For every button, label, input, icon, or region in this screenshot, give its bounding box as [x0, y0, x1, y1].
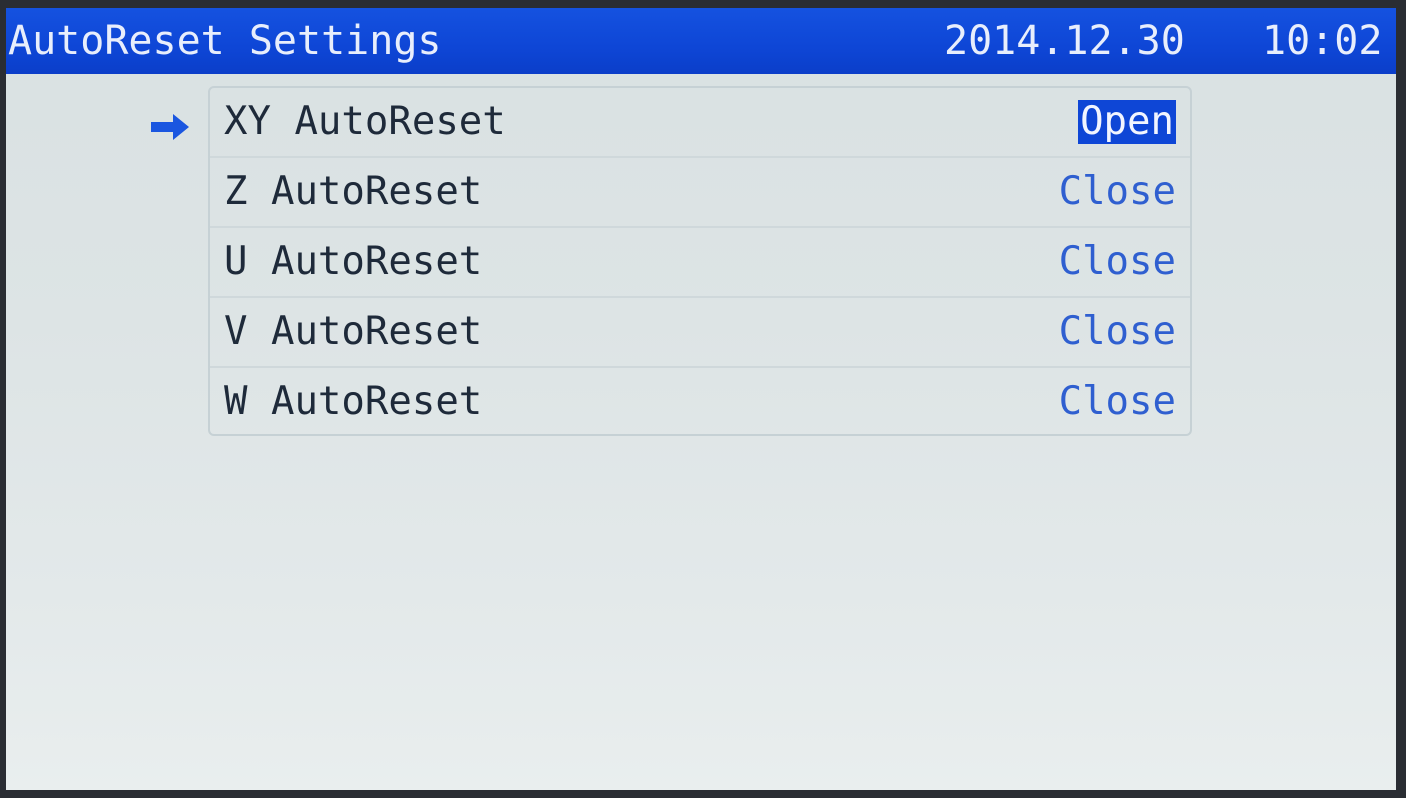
setting-label: XY AutoReset	[224, 99, 506, 144]
setting-value[interactable]: Open	[1078, 100, 1176, 144]
setting-row-xy[interactable]: XY AutoReset Open	[210, 88, 1190, 158]
setting-value[interactable]: Close	[1059, 240, 1176, 284]
setting-row-w[interactable]: W AutoReset Close	[210, 368, 1190, 438]
settings-list: XY AutoReset Open Z AutoReset Close U Au…	[208, 86, 1192, 436]
date-display: 2014.12.30	[944, 18, 1185, 64]
setting-row-v[interactable]: V AutoReset Close	[210, 298, 1190, 368]
setting-label: U AutoReset	[224, 239, 483, 284]
time-display: 10:02	[1262, 18, 1383, 64]
setting-row-z[interactable]: Z AutoReset Close	[210, 158, 1190, 228]
setting-row-u[interactable]: U AutoReset Close	[210, 228, 1190, 298]
right-arrow-icon	[151, 114, 189, 140]
setting-label: W AutoReset	[224, 379, 483, 424]
setting-value[interactable]: Close	[1059, 170, 1176, 214]
page-title: AutoReset Settings	[8, 18, 442, 64]
setting-label: V AutoReset	[224, 309, 483, 354]
setting-label: Z AutoReset	[224, 169, 483, 214]
setting-value[interactable]: Close	[1059, 310, 1176, 354]
title-bar: AutoReset Settings 2014.12.30 10:02	[6, 8, 1396, 74]
setting-value[interactable]: Close	[1059, 380, 1176, 424]
lcd-screen: AutoReset Settings 2014.12.30 10:02 XY A…	[6, 8, 1396, 790]
